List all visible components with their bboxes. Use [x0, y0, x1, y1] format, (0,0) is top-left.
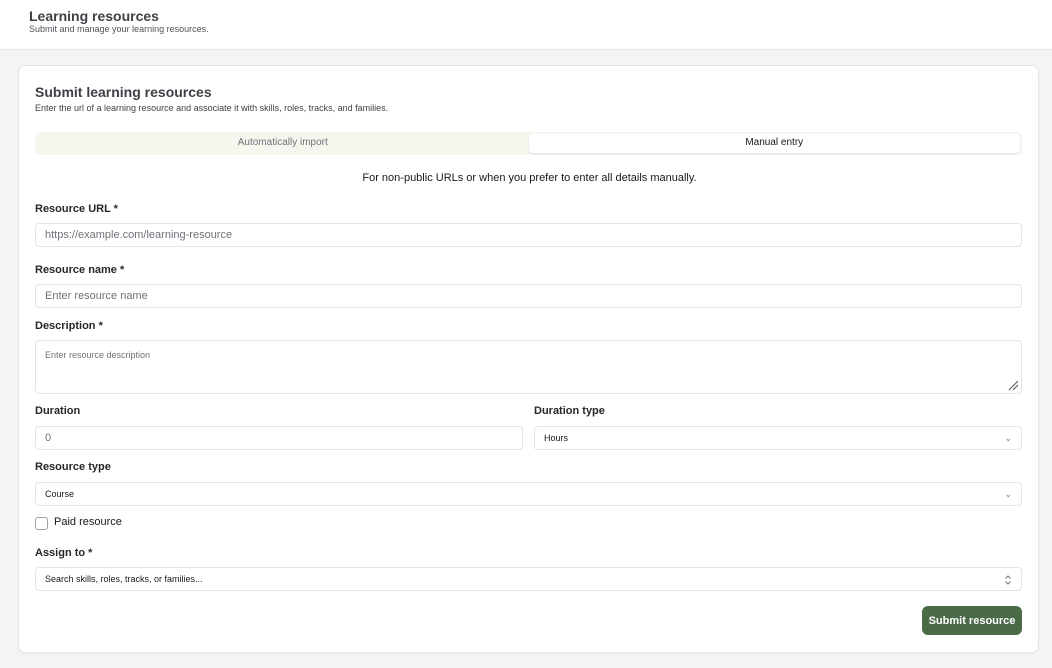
resource-type-value: Course	[45, 489, 75, 499]
paid-resource-label[interactable]: Paid resource	[54, 516, 122, 528]
duration-type-label: Duration type	[534, 405, 605, 417]
description-label: Description *	[35, 320, 103, 332]
duration-type-value: Hours	[544, 433, 569, 443]
resource-url-label: Resource URL *	[35, 203, 118, 215]
duration-label: Duration	[35, 405, 81, 417]
submit-resource-button[interactable]: Submit resource	[922, 606, 1022, 635]
resource-url-input[interactable]	[35, 223, 1022, 247]
card-description: Enter the url of a learning resource and…	[35, 103, 389, 113]
resource-name-label: Resource name *	[35, 264, 125, 276]
duration-type-select[interactable]: Hours ⌄	[534, 426, 1022, 450]
resource-type-label: Resource type	[35, 461, 111, 473]
resource-type-select[interactable]: Course ⌄	[35, 482, 1022, 506]
description-textarea[interactable]	[35, 340, 1022, 394]
submit-resource-card: Submit learning resources Enter the url …	[18, 65, 1039, 653]
page-subtitle: Submit and manage your learning resource…	[29, 24, 209, 34]
assign-to-placeholder: Search skills, roles, tracks, or familie…	[45, 574, 203, 584]
chevron-down-icon: ⌄	[1004, 433, 1012, 443]
duration-input[interactable]	[35, 426, 523, 450]
chevron-down-icon: ⌄	[1004, 489, 1012, 499]
page-header: Learning resources Submit and manage you…	[0, 0, 1052, 50]
resource-name-input[interactable]	[35, 284, 1022, 308]
tab-automatically-import[interactable]: Automatically import	[37, 134, 529, 153]
manual-entry-hint: For non-public URLs or when you prefer t…	[362, 172, 697, 184]
resize-handle-icon[interactable]	[1007, 379, 1019, 391]
card-title: Submit learning resources	[35, 84, 212, 100]
assign-to-label: Assign to *	[35, 547, 93, 559]
tab-manual-entry[interactable]: Manual entry	[528, 134, 1020, 153]
page-title: Learning resources	[29, 8, 159, 24]
description-wrapper	[35, 340, 1022, 394]
paid-resource-checkbox[interactable]	[35, 517, 48, 530]
assign-to-combobox[interactable]: Search skills, roles, tracks, or familie…	[35, 567, 1022, 591]
chevrons-up-down-icon	[1005, 575, 1011, 585]
entry-mode-tabs: Automatically import Manual entry	[35, 132, 1022, 155]
